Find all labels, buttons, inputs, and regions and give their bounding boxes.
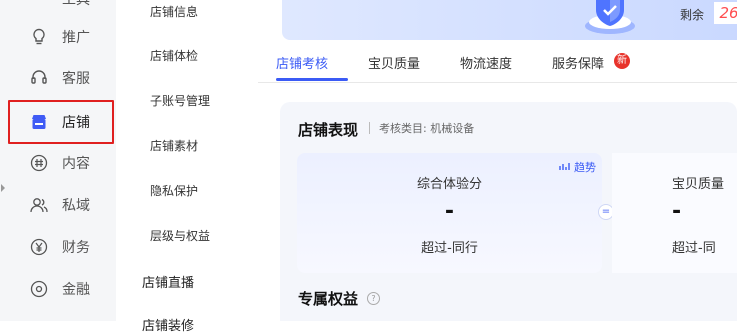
rail-item-label: 财务 xyxy=(62,240,90,256)
tab-service-guarantee[interactable]: 服务保障 xyxy=(552,53,604,72)
rail-item-label: 私域 xyxy=(62,198,90,214)
experience-score-panel[interactable]: 趋势 综合体验分 - 超过-同行 xyxy=(297,153,602,273)
tab-item-quality[interactable]: 宝贝质量 xyxy=(368,53,420,72)
rail-item-label: 工具 xyxy=(62,0,90,8)
submenu-item-privacy[interactable]: 隐私保护 xyxy=(150,182,198,199)
rail-item-label: 金融 xyxy=(62,282,90,298)
trend-icon xyxy=(558,163,570,170)
highlight-box xyxy=(8,100,114,144)
rail-item-label: 客服 xyxy=(62,71,90,87)
primary-nav-rail: 工具 推广 客服 店铺 内容 私域 财务 金融 xyxy=(0,0,116,321)
rail-item-label: 内容 xyxy=(62,156,90,172)
rail-item-loans[interactable]: 金融 xyxy=(0,268,116,310)
remain-label: 剩余 xyxy=(680,8,705,22)
hash-icon xyxy=(28,152,50,174)
metric-label: 宝贝质量 xyxy=(672,177,725,192)
yen-icon xyxy=(28,236,50,258)
divider xyxy=(369,122,370,134)
section-title: 店铺表现 xyxy=(298,121,359,139)
metric-footer: 超过-同行 xyxy=(421,241,478,256)
shield-badge-icon xyxy=(585,0,635,34)
rail-item-finance[interactable]: 财务 xyxy=(0,226,116,268)
active-tab-indicator xyxy=(276,78,348,81)
rail-item-label: 推广 xyxy=(62,30,90,46)
people-icon xyxy=(28,194,50,216)
rail-item-content[interactable]: 内容 xyxy=(0,142,116,184)
item-quality-panel[interactable]: 宝贝质量 - 超过-同 xyxy=(612,153,737,273)
promo-banner[interactable]: 剩余 26 天 xyxy=(282,0,737,40)
submenu-section-decoration[interactable]: 店铺装修 xyxy=(142,315,194,334)
metric-value: - xyxy=(444,199,455,224)
submenu-item-shop-assets[interactable]: 店铺素材 xyxy=(150,137,198,154)
shop-performance-card: 店铺表现 考核类目: 机械设备 趋势 综合体验分 - 超过-同行 = 宝贝质量 … xyxy=(280,102,737,321)
tab-shop-assessment[interactable]: 店铺考核 xyxy=(276,53,328,72)
circle-target-icon xyxy=(28,278,50,300)
help-icon[interactable]: ? xyxy=(367,292,380,305)
exclusive-benefits-title: 专属权益 xyxy=(298,290,359,308)
rail-item-promotion[interactable]: 推广 xyxy=(0,16,116,58)
tab-bar: 店铺考核 宝贝质量 物流速度 服务保障 新 xyxy=(258,40,737,83)
main-content: 剩余 26 天 店铺考核 宝贝质量 物流速度 服务保障 新 店铺表现 考核类目:… xyxy=(258,0,737,321)
submenu-item-shop-checkup[interactable]: 店铺体检 xyxy=(150,47,198,64)
rail-item-private-domain[interactable]: 私域 xyxy=(0,184,116,226)
submenu-section-live[interactable]: 店铺直播 xyxy=(142,272,194,291)
lightbulb-icon xyxy=(28,26,50,48)
remain-days-value: 26 xyxy=(714,2,737,24)
collapse-caret-icon[interactable] xyxy=(1,184,5,192)
submenu-item-subaccounts[interactable]: 子账号管理 xyxy=(150,92,210,109)
rail-item-customer-service[interactable]: 客服 xyxy=(0,57,116,99)
submenu-item-level-benefits[interactable]: 层级与权益 xyxy=(150,227,210,244)
metric-label: 综合体验分 xyxy=(416,177,482,192)
assessment-category: 考核类目: 机械设备 xyxy=(379,122,475,135)
metric-value: - xyxy=(672,199,682,224)
shop-submenu: 店铺信息 店铺体检 子账号管理 店铺素材 隐私保护 层级与权益 店铺直播 店铺装… xyxy=(116,0,258,334)
metric-footer: 超过-同 xyxy=(672,241,716,256)
headset-icon xyxy=(28,67,50,89)
submenu-item-shop-info[interactable]: 店铺信息 xyxy=(150,3,198,20)
new-badge: 新 xyxy=(614,53,630,69)
tab-logistics-speed[interactable]: 物流速度 xyxy=(460,53,512,72)
